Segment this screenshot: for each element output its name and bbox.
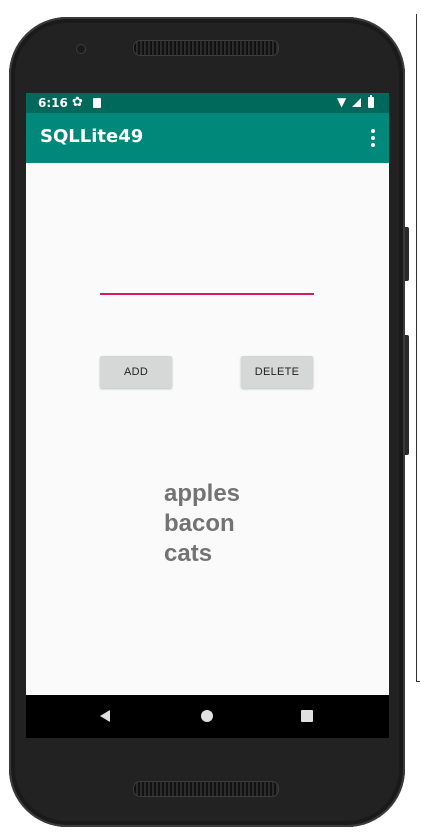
gear-icon: ✿ — [72, 95, 83, 110]
add-button[interactable]: ADD — [100, 356, 172, 388]
back-icon[interactable] — [100, 710, 110, 722]
list-item: cats — [164, 540, 213, 567]
app-bar: SQLLite49 — [26, 113, 389, 163]
signal-icon — [352, 98, 361, 107]
bottom-speaker — [133, 781, 279, 797]
item-list: apples bacon cats — [164, 479, 240, 569]
status-time: 6:16 — [38, 96, 68, 110]
status-bar: 6:16 ✿ ▼ — [26, 93, 389, 113]
navigation-bar — [26, 695, 389, 738]
volume-button — [405, 227, 409, 281]
wifi-icon: ▼ — [337, 95, 347, 109]
overflow-menu-icon[interactable] — [371, 129, 375, 147]
app-title: SQLLite49 — [40, 126, 144, 147]
item-input[interactable] — [100, 293, 314, 295]
list-item: apples — [164, 480, 241, 507]
main-content: ADD DELETE apples bacon cats — [26, 163, 389, 738]
edge-divider-foot — [416, 681, 420, 682]
top-speaker — [133, 40, 279, 56]
list-item: bacon — [164, 510, 235, 537]
sd-card-icon — [93, 98, 101, 108]
camera-icon — [76, 44, 86, 54]
edge-divider — [416, 14, 417, 682]
recents-icon[interactable] — [301, 710, 313, 722]
device-screen: 6:16 ✿ ▼ SQLLite49 ADD DELETE apples bac… — [26, 93, 389, 738]
home-icon[interactable] — [201, 710, 213, 722]
power-button — [405, 335, 409, 455]
delete-button[interactable]: DELETE — [241, 356, 313, 388]
battery-icon — [368, 95, 374, 108]
